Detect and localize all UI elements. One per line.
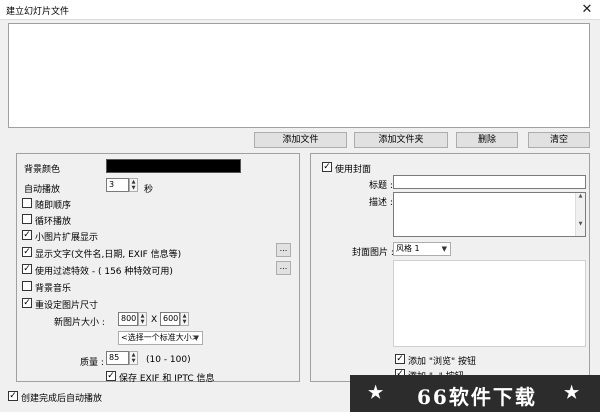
- star-icon: ★: [368, 383, 384, 403]
- cover-style-select[interactable]: 风格 1 ▼: [393, 242, 451, 256]
- star-icon: ★: [564, 383, 580, 403]
- autoplay-after-checkbox[interactable]: ✓: [8, 391, 18, 401]
- show-text-label: 显示文字(文件名,日期, EXIF 信息等): [35, 250, 182, 260]
- window-title: 建立幻灯片文件: [6, 7, 70, 17]
- random-order-checkbox[interactable]: [22, 198, 32, 208]
- cover-title-input[interactable]: [393, 175, 586, 189]
- standard-size-select[interactable]: <选择一个标准大小> ▼: [118, 331, 203, 345]
- quality-label: 质量 :: [80, 358, 104, 368]
- autoplay-seconds-input[interactable]: 3: [106, 178, 129, 192]
- desc-scrollbar[interactable]: ▲ ▼: [575, 193, 585, 236]
- keep-exif-checkbox[interactable]: ✓: [106, 371, 116, 381]
- cover-style-value: 风格 1: [396, 244, 420, 253]
- scroll-down-icon[interactable]: ▼: [576, 221, 585, 227]
- new-size-label: 新图片大小 :: [54, 318, 105, 328]
- keep-exif-label: 保存 EXIF 和 IPTC 信息: [119, 374, 215, 384]
- bg-music-checkbox[interactable]: [22, 281, 32, 291]
- add-folder-button[interactable]: 添加文件夹: [354, 132, 448, 148]
- close-button[interactable]: ✕: [578, 1, 596, 19]
- transitions-checkbox[interactable]: ✓: [22, 264, 32, 274]
- transitions-label: 使用过滤特效 - ( 156 种特效可用): [35, 267, 173, 277]
- loop-play-checkbox[interactable]: [22, 214, 32, 224]
- random-order-label: 随即顺序: [35, 201, 72, 211]
- cover-desc-textarea[interactable]: [393, 192, 586, 237]
- watermark-banner: ★ 66软件下载 ★: [350, 375, 600, 412]
- width-input[interactable]: 800: [118, 312, 138, 326]
- watermark-text: 66软件下载: [417, 385, 537, 409]
- chevron-down-icon: ▼: [441, 245, 447, 253]
- autoplay-label: 自动播放: [24, 185, 61, 195]
- add-file-button[interactable]: 添加文件: [254, 132, 347, 148]
- use-cover-checkbox[interactable]: ✓: [322, 162, 332, 172]
- resize-checkbox[interactable]: ✓: [22, 298, 32, 308]
- autoplay-spinner[interactable]: ▲ ▼: [129, 178, 138, 192]
- cover-image-label: 封面图片 :: [352, 248, 394, 258]
- bg-music-label: 背景音乐: [35, 284, 72, 294]
- add-browse-checkbox[interactable]: ✓: [395, 354, 405, 364]
- cover-desc-label: 描述 :: [369, 198, 393, 208]
- autoplay-after-label: 创建完成后自动播放: [21, 394, 103, 404]
- bg-color-swatch[interactable]: [106, 159, 241, 173]
- show-text-options-button[interactable]: ...: [276, 243, 291, 257]
- clear-button[interactable]: 清空: [528, 132, 590, 148]
- cover-image-preview[interactable]: [393, 260, 586, 347]
- transitions-options-button[interactable]: ...: [276, 261, 291, 275]
- thumb-expand-checkbox[interactable]: ✓: [22, 230, 32, 240]
- autoplay-unit: 秒: [144, 185, 154, 195]
- title-bar: [0, 0, 600, 20]
- standard-size-value: <选择一个标准大小>: [121, 333, 199, 342]
- delete-button[interactable]: 删除: [456, 132, 518, 148]
- quality-input[interactable]: 85: [106, 351, 129, 365]
- width-spinner[interactable]: ▲ ▼: [138, 312, 147, 326]
- show-text-checkbox[interactable]: ✓: [22, 247, 32, 257]
- height-spinner[interactable]: ▲ ▼: [180, 312, 189, 326]
- quality-range: (10 - 100): [146, 355, 191, 365]
- scroll-up-icon[interactable]: ▲: [576, 193, 585, 199]
- bg-color-label: 背景颜色: [24, 165, 61, 175]
- resize-label: 重设定图片尺寸: [35, 301, 99, 311]
- file-list[interactable]: [8, 23, 590, 128]
- add-browse-label: 添加 "浏览" 按钮: [408, 357, 477, 367]
- cover-title-label: 标题 :: [369, 181, 393, 191]
- chevron-down-icon: ▼: [193, 334, 199, 342]
- quality-spinner[interactable]: ▲ ▼: [129, 351, 138, 365]
- size-x-label: X: [151, 315, 158, 325]
- use-cover-label: 使用封面: [335, 165, 372, 175]
- loop-play-label: 循环播放: [35, 217, 72, 227]
- thumb-expand-label: 小图片扩展显示: [35, 233, 99, 243]
- height-input[interactable]: 600: [160, 312, 180, 326]
